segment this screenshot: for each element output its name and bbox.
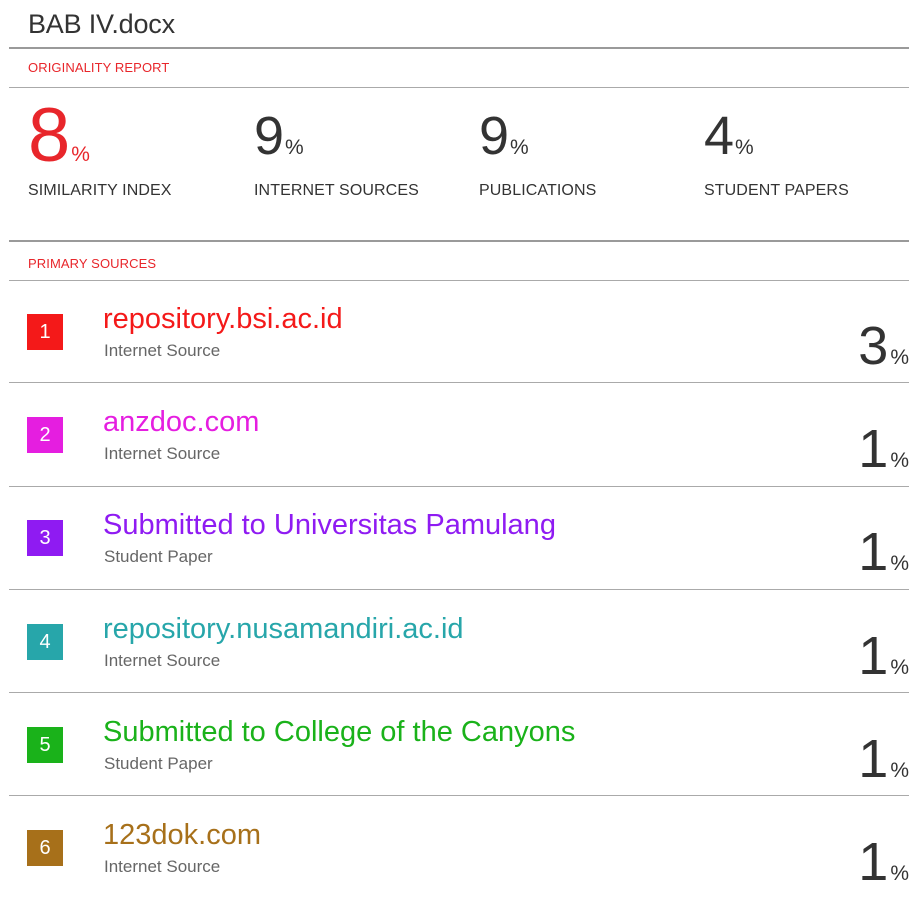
originality-report-label: ORIGINALITY REPORT (28, 60, 170, 75)
source-name[interactable]: Submitted to College of the Canyons (103, 715, 575, 749)
source-name[interactable]: 123dok.com (103, 818, 261, 852)
student-papers-value: 4 (704, 106, 735, 166)
source-number-badge: 5 (27, 727, 63, 763)
source-number-badge: 4 (27, 624, 63, 660)
source-row-5[interactable]: 5 Submitted to College of the Canyons St… (9, 694, 909, 797)
stat-label: INTERNET SOURCES (254, 182, 419, 199)
source-percent-value: 1 (858, 832, 889, 892)
title-divider (9, 47, 909, 49)
source-percent: 1% (858, 835, 909, 889)
source-name[interactable]: Submitted to Universitas Pamulang (103, 508, 556, 542)
source-percent: 1% (858, 629, 909, 683)
source-percent-value: 3 (858, 316, 889, 376)
source-percent: 1% (858, 525, 909, 579)
source-row-4[interactable]: 4 repository.nusamandiri.ac.id Internet … (9, 591, 909, 694)
source-name[interactable]: repository.bsi.ac.id (103, 302, 343, 336)
source-type: Internet Source (104, 341, 221, 360)
source-number-badge: 2 (27, 417, 63, 453)
percent-sign: % (735, 136, 754, 159)
percent-sign: % (890, 656, 909, 679)
stat-value: 9% (479, 106, 699, 172)
stat-publications: 9% PUBLICATIONS (479, 106, 699, 200)
source-type: Internet Source (104, 444, 221, 463)
stats-divider (9, 240, 909, 242)
source-type: Student Paper (104, 547, 213, 566)
percent-sign: % (890, 759, 909, 782)
source-type: Student Paper (104, 754, 213, 773)
source-divider (9, 692, 909, 693)
source-percent: 1% (858, 732, 909, 786)
source-name[interactable]: repository.nusamandiri.ac.id (103, 612, 464, 646)
percent-sign: % (285, 136, 304, 159)
percent-sign: % (71, 143, 90, 166)
source-divider (9, 589, 909, 590)
stat-value: 4% (704, 106, 914, 172)
source-type: Internet Source (104, 857, 221, 876)
percent-sign: % (890, 346, 909, 369)
source-row-6[interactable]: 6 123dok.com Internet Source 1% (9, 797, 909, 900)
stat-value: 9% (254, 106, 474, 172)
source-percent-value: 1 (858, 729, 889, 789)
source-percent: 1% (858, 422, 909, 476)
source-type: Internet Source (104, 651, 221, 670)
source-row-2[interactable]: 2 anzdoc.com Internet Source 1% (9, 384, 909, 487)
stat-label: PUBLICATIONS (479, 182, 597, 199)
stat-value: 8% (28, 98, 248, 174)
report-divider (9, 87, 909, 88)
percent-sign: % (890, 862, 909, 885)
stat-similarity-index: 8% SIMILARITY INDEX (28, 98, 248, 200)
stat-internet-sources: 9% INTERNET SOURCES (254, 106, 474, 200)
source-name[interactable]: anzdoc.com (103, 405, 259, 439)
source-row-3[interactable]: 3 Submitted to Universitas Pamulang Stud… (9, 487, 909, 590)
source-divider (9, 382, 909, 383)
source-percent-value: 1 (858, 626, 889, 686)
source-row-1[interactable]: 1 repository.bsi.ac.id Internet Source 3… (9, 281, 909, 384)
document-title: BAB IV.docx (28, 9, 175, 39)
source-percent: 3% (858, 319, 909, 373)
percent-sign: % (890, 552, 909, 575)
percent-sign: % (510, 136, 529, 159)
publications-value: 9 (479, 106, 510, 166)
source-percent-value: 1 (858, 419, 889, 479)
source-percent-value: 1 (858, 522, 889, 582)
internet-sources-value: 9 (254, 106, 285, 166)
source-number-badge: 1 (27, 314, 63, 350)
stat-label: STUDENT PAPERS (704, 182, 849, 199)
source-number-badge: 6 (27, 830, 63, 866)
percent-sign: % (890, 449, 909, 472)
stat-label: SIMILARITY INDEX (28, 182, 172, 199)
primary-sources-label: PRIMARY SOURCES (28, 256, 157, 271)
stat-student-papers: 4% STUDENT PAPERS (704, 106, 914, 200)
source-number-badge: 3 (27, 520, 63, 556)
source-divider (9, 795, 909, 796)
similarity-value: 8 (28, 93, 71, 178)
